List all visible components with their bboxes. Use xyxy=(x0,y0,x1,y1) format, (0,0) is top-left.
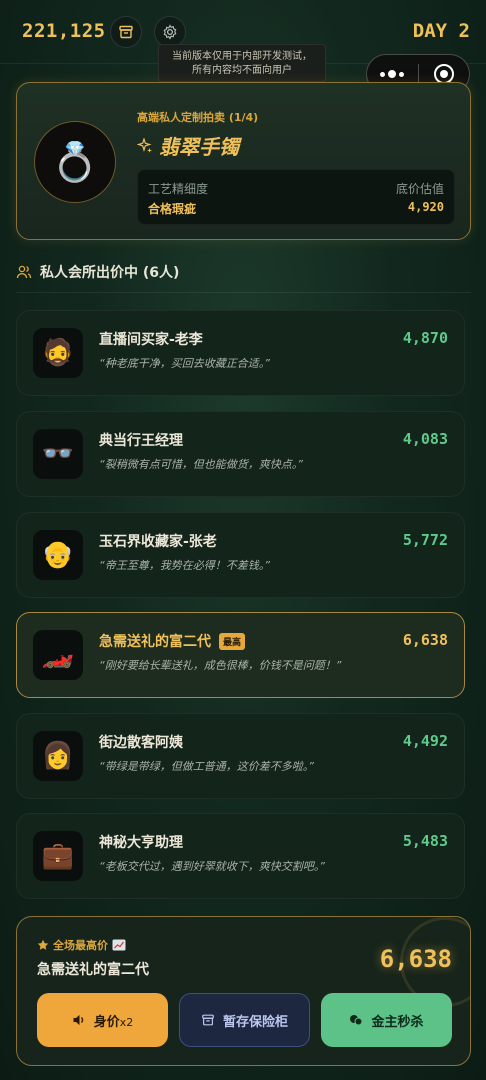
boost-label: 身价x2 xyxy=(94,1011,134,1030)
coins-icon xyxy=(350,1015,363,1026)
leader-price: 6,638 xyxy=(379,945,452,973)
bidder-quote: “帝王至尊，我势在必得！不差钱。” xyxy=(99,559,270,572)
bidder-price: 4,492 xyxy=(402,732,448,750)
boost-button[interactable]: 身价x2 xyxy=(37,993,168,1047)
bidder-name-text: 直播间买家-老李 xyxy=(99,332,203,348)
base-price-value: 4,920 xyxy=(407,200,444,214)
bidder-name: 直播间买家-老李 xyxy=(99,329,203,349)
woman-avatar-icon: 👩 xyxy=(33,731,83,781)
bidder-card[interactable]: 💼 神秘大亨助理 “老板交代过，遇到好翠就收下，爽快交割吧。” 5,483 xyxy=(16,813,465,899)
bidder-price: 4,083 xyxy=(402,430,448,448)
item-spec-box: 工艺精细度 合格瑕疵 底价估值 4,920 xyxy=(137,169,455,225)
race-car-avatar-icon: 🏎️ xyxy=(33,630,83,680)
bidder-name: 典当行王经理 xyxy=(99,430,183,450)
star-icon xyxy=(37,939,49,950)
day-counter: DAY 2 xyxy=(412,20,470,42)
auction-tag: 高端私人定制拍卖 (1/4) xyxy=(137,111,259,124)
dev-notice-line1: 当前版本仅用于内部开发测试， xyxy=(172,51,312,62)
old-man-avatar-icon: 👴 xyxy=(33,530,83,580)
highest-bid-label-text: 全场最高价 xyxy=(53,939,108,952)
bidder-card[interactable]: 👓 典当行王经理 “裂稍微有点可惜，但也能做货，爽快点。” 4,083 xyxy=(16,411,465,497)
dot-icon xyxy=(388,70,397,78)
bidder-card[interactable]: 👴 玉石界收藏家-张老 “帝王至尊，我势在必得！不差钱。” 5,772 xyxy=(16,512,465,598)
trending-chart-icon xyxy=(112,939,126,951)
bidder-name-text: 街边散客阿姨 xyxy=(99,735,183,751)
bearded-man-avatar-icon: 🧔 xyxy=(33,328,83,378)
bidder-price: 5,483 xyxy=(402,832,448,850)
bidder-name-text: 典当行王经理 xyxy=(99,433,183,449)
boost-label-text: 身价 xyxy=(93,1014,120,1030)
leader-name: 急需送礼的富二代 xyxy=(37,962,149,978)
store-in-safe-label: 暂存保险柜 xyxy=(222,1014,288,1030)
archive-icon xyxy=(119,25,133,39)
bidder-name-text: 急需送礼的富二代 xyxy=(99,634,211,650)
archive-icon xyxy=(202,1014,214,1026)
sparkle-icon xyxy=(137,137,152,153)
money-display: 221,125 xyxy=(22,20,106,42)
ring-icon: 💍 xyxy=(34,121,116,203)
bidder-name: 街边散客阿姨 xyxy=(99,732,183,752)
speaker-icon xyxy=(73,1015,83,1025)
briefcase-avatar-icon: 💼 xyxy=(33,831,83,881)
dev-notice-line2: 所有内容均不面向用户 xyxy=(192,65,292,76)
highest-badge: 最高 xyxy=(219,632,246,650)
dev-notice-tooltip: 当前版本仅用于内部开发测试， 所有内容均不面向用户 xyxy=(158,44,326,82)
safe-button[interactable] xyxy=(110,16,142,48)
bottom-action-panel: 全场最高价 急需送礼的富二代 6,638 身价x2 暂存保险柜 金主秒杀 xyxy=(16,916,471,1066)
instant-buy-label: 金主秒杀 xyxy=(371,1014,424,1030)
craft-label: 工艺精细度 xyxy=(148,182,209,196)
bidder-quote: “带绿是带绿，但做工普通，这价差不多啦。” xyxy=(99,760,314,773)
bidders-section-title: 私人会所出价中 (6人) xyxy=(16,262,179,282)
bidder-name-text: 玉石界收藏家-张老 xyxy=(99,534,217,550)
bidder-quote: “裂稍微有点可惜，但也能做货，爽快点。” xyxy=(99,458,303,471)
item-name: 翡翠手镯 xyxy=(159,135,239,159)
section-title-text: 私人会所出价中 (6人) xyxy=(40,265,180,281)
users-icon xyxy=(16,265,32,279)
bidder-card-highest[interactable]: 🏎️ 急需送礼的富二代 最高 “刚好要给长辈送礼，成色很棒，价钱不是问题！” 6… xyxy=(16,612,465,698)
bidder-price: 4,870 xyxy=(402,329,448,347)
bidder-quote: “老板交代过，遇到好翠就收下，爽快交割吧。” xyxy=(99,860,325,873)
boost-multiplier: x2 xyxy=(119,1015,134,1029)
store-in-safe-button[interactable]: 暂存保险柜 xyxy=(179,993,310,1047)
bidder-quote: “种老底干净，买回去收藏正合适。” xyxy=(99,357,270,370)
gear-icon xyxy=(163,24,177,40)
instant-buy-button[interactable]: 金主秒杀 xyxy=(321,993,452,1047)
bidder-price: 6,638 xyxy=(402,631,448,649)
glasses-avatar-icon: 👓 xyxy=(33,429,83,479)
craft-value: 合格瑕疵 xyxy=(148,202,197,216)
item-title: 翡翠手镯 xyxy=(137,131,239,160)
section-divider xyxy=(16,292,471,293)
highest-bid-label: 全场最高价 xyxy=(37,937,126,953)
more-menu-button[interactable] xyxy=(367,70,418,78)
bidder-price: 5,772 xyxy=(402,531,448,549)
dot-icon xyxy=(399,71,405,77)
bidder-card[interactable]: 🧔 直播间买家-老李 “种老底干净，买回去收藏正合适。” 4,870 xyxy=(16,310,465,396)
bidder-name: 急需送礼的富二代 最高 xyxy=(99,631,246,651)
dot-icon xyxy=(380,71,386,77)
bidder-name-text: 神秘大亨助理 xyxy=(99,835,183,851)
bidder-name: 玉石界收藏家-张老 xyxy=(99,531,217,551)
bidder-quote: “刚好要给长辈送礼，成色很棒，价钱不是问题！” xyxy=(99,659,342,672)
bidder-card[interactable]: 👩 街边散客阿姨 “带绿是带绿，但做工普通，这价差不多啦。” 4,492 xyxy=(16,713,465,799)
auction-item-card: 💍 高端私人定制拍卖 (1/4) 翡翠手镯 工艺精细度 合格瑕疵 底价估值 4,… xyxy=(16,82,471,240)
base-price-label: 底价估值 xyxy=(395,182,444,196)
bidder-name: 神秘大亨助理 xyxy=(99,832,183,852)
